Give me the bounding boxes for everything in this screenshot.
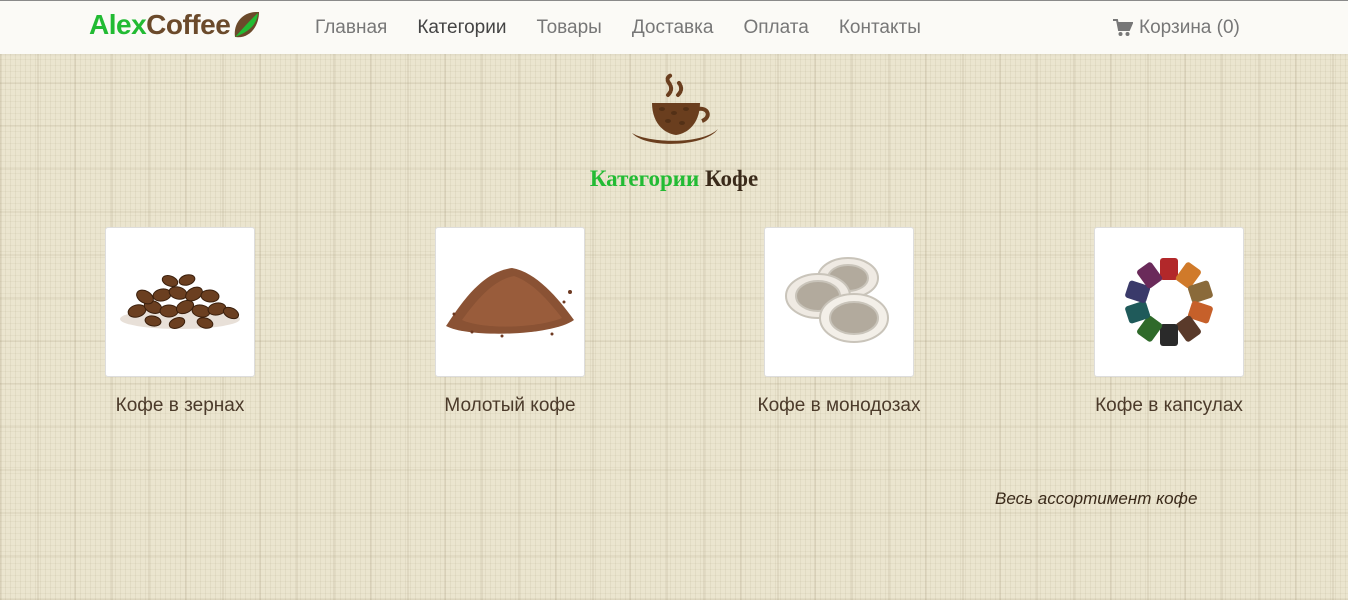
cart-label: Корзина (0) [1139, 16, 1240, 38]
category-label[interactable]: Кофе в монодозах [689, 395, 989, 417]
nav-item-payment[interactable]: Оплата [728, 1, 823, 54]
coffee-pods-image [785, 257, 889, 343]
nav-item-contacts[interactable]: Контакты [824, 1, 936, 54]
nav-item-delivery[interactable]: Доставка [617, 1, 729, 54]
page-title: Категории Кофе [0, 166, 1348, 192]
shopping-cart-icon [1113, 18, 1133, 36]
category-label[interactable]: Кофе в зернах [30, 395, 330, 417]
logo-text-alex: Alex [89, 9, 147, 40]
category-coffee-beans[interactable]: Кофе в зернах [30, 227, 330, 417]
coffee-beans-image [120, 274, 240, 329]
all-coffee-link[interactable]: Весь ассортимент кофе [995, 489, 1197, 509]
coffee-capsules-image [1125, 258, 1213, 346]
navbar: Alex Coffee Главная Категории Товары Дост… [0, 0, 1348, 54]
nav-item-products[interactable]: Товары [521, 1, 616, 54]
category-thumbnail[interactable] [435, 227, 585, 377]
category-coffee-pods[interactable]: Кофе в монодозах [689, 227, 989, 417]
ground-coffee-image [446, 268, 574, 338]
nav-item-categories[interactable]: Категории [402, 1, 521, 54]
category-label[interactable]: Кофе в капсулах [1019, 395, 1319, 417]
category-coffee-capsules[interactable]: Кофе в капсулах [1019, 227, 1319, 417]
category-thumbnail[interactable] [764, 227, 914, 377]
logo[interactable]: Alex Coffee [89, 7, 261, 43]
nav-item-home[interactable]: Главная [300, 1, 402, 54]
category-thumbnail[interactable] [1094, 227, 1244, 377]
logo-text-coffee: Coffee [146, 9, 231, 40]
category-thumbnail[interactable] [105, 227, 255, 377]
category-label[interactable]: Молотый кофе [360, 395, 660, 417]
page-title-part1: Категории [589, 166, 700, 191]
category-ground-coffee[interactable]: Молотый кофе [360, 227, 660, 417]
page-title-part2: Кофе [705, 166, 759, 191]
cart-link[interactable]: Корзина (0) [1113, 1, 1240, 54]
main-nav: Главная Категории Товары Доставка Оплата… [300, 1, 936, 54]
coffee-leaf-icon [235, 11, 260, 38]
coffee-cup-icon [632, 73, 718, 144]
